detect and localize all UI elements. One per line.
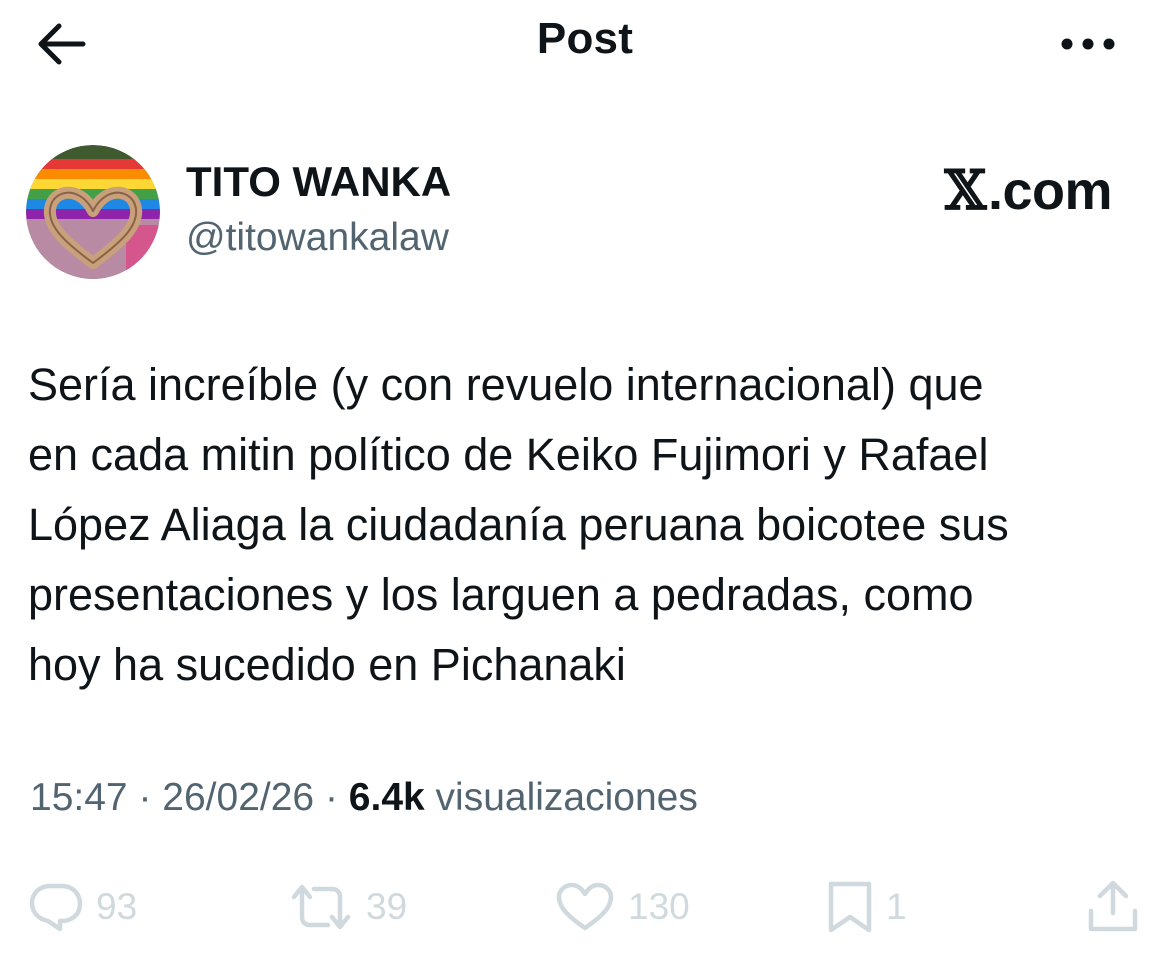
top-bar: Post	[0, 0, 1170, 90]
page-title: Post	[536, 14, 634, 63]
meta-separator: ·	[138, 776, 152, 819]
action-bar: 93 39 130 1	[0, 872, 1170, 942]
heart-icon	[554, 881, 616, 933]
share-button[interactable]	[1086, 872, 1140, 942]
post-time[interactable]: 15:47	[30, 776, 128, 819]
like-button[interactable]: 130	[554, 872, 690, 942]
repost-button[interactable]: 39	[288, 872, 407, 942]
post-meta: 15:47 · 26/02/26 · 6.4k visualizaciones	[30, 776, 698, 820]
post-text: Sería increíble (y con revuelo internaci…	[28, 359, 1009, 690]
avatar[interactable]	[26, 145, 160, 279]
reply-icon	[28, 881, 84, 933]
views-label: visualizaciones	[435, 776, 698, 819]
like-count: 130	[628, 886, 690, 927]
share-icon	[1086, 879, 1140, 935]
reply-count: 93	[96, 886, 138, 927]
x-logo-icon: 𝕏	[944, 158, 987, 222]
bookmark-count: 1	[886, 886, 907, 927]
x-logo: 𝕏.com	[944, 158, 1113, 222]
views-count: 6.4k	[348, 776, 425, 819]
author-name[interactable]: TITO WANKA	[186, 158, 451, 206]
more-options-button[interactable]	[1058, 24, 1118, 64]
author-handle[interactable]: @titowankalaw	[186, 216, 449, 260]
x-logo-suffix: .com	[987, 161, 1113, 221]
bookmark-icon	[826, 880, 874, 934]
bookmark-button[interactable]: 1	[826, 872, 907, 942]
repost-icon	[288, 881, 354, 933]
meta-separator: ·	[324, 776, 338, 819]
reply-button[interactable]: 93	[28, 872, 137, 942]
repost-count: 39	[366, 886, 408, 927]
post-date[interactable]: 26/02/26	[162, 776, 314, 819]
more-horizontal-icon	[1060, 37, 1116, 51]
